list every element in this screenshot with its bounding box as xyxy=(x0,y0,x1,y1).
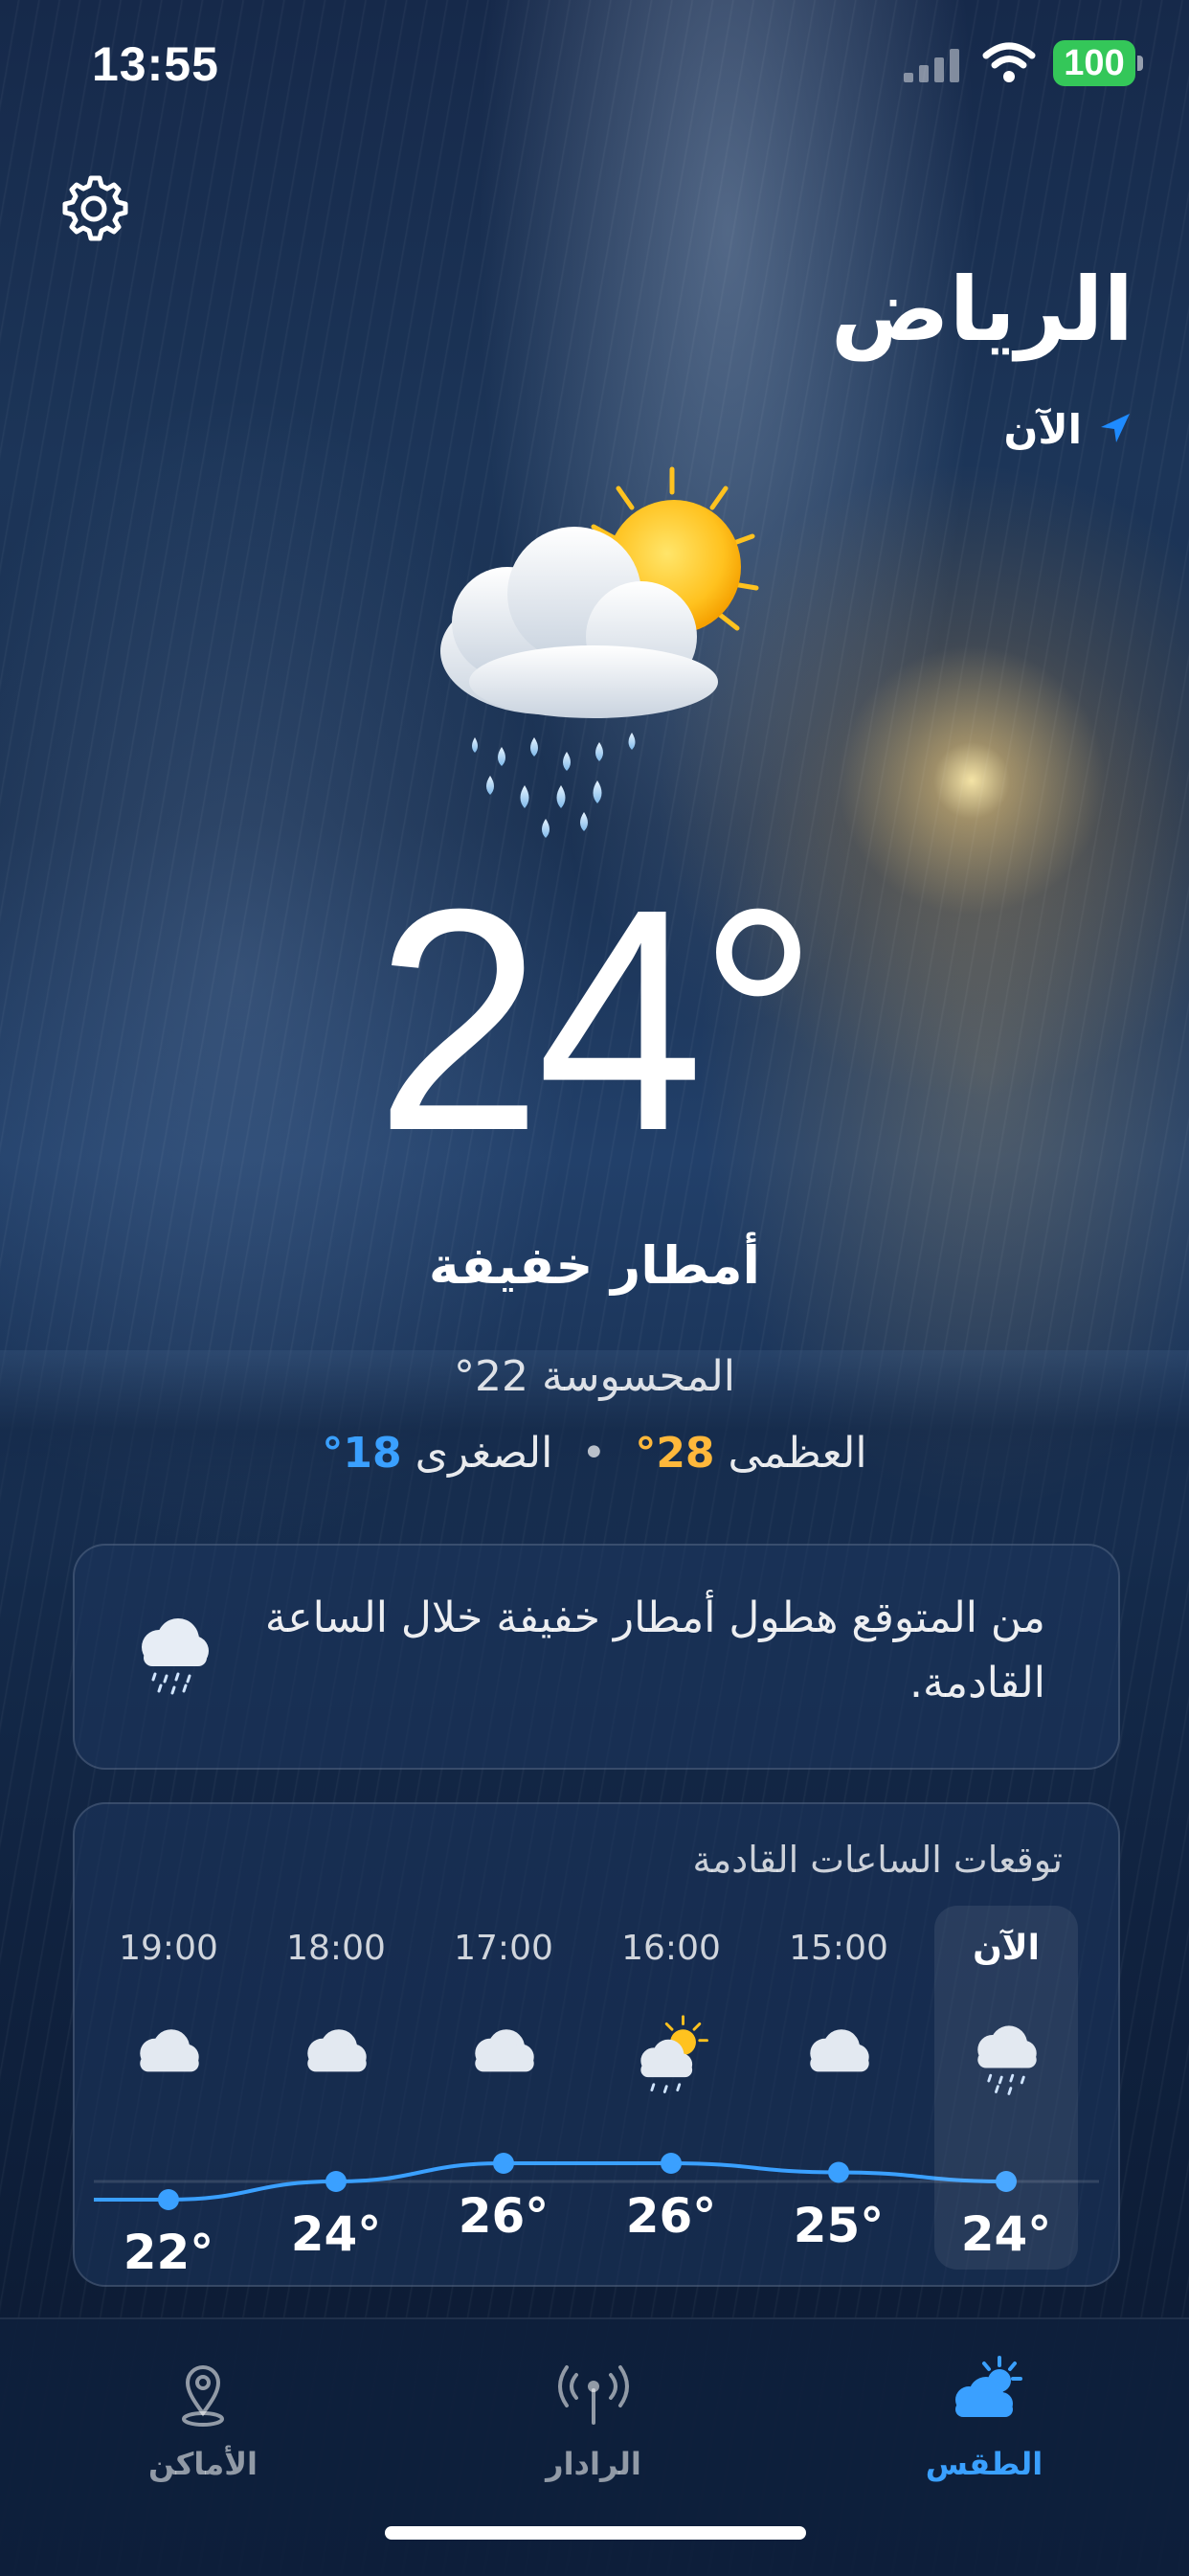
tab-radar-label: الرادار xyxy=(546,2446,641,2482)
hour-temp: 24° xyxy=(960,2206,1052,2262)
hour-label: 18:00 xyxy=(286,1929,386,1968)
location-arrow-icon xyxy=(1101,414,1130,442)
high-label: العظمى xyxy=(728,1429,867,1478)
settings-gear-icon[interactable] xyxy=(57,172,130,245)
rain-alert-card[interactable]: من المتوقع هطول أمطار خفيفة خلال الساعة … xyxy=(73,1544,1120,1770)
low-temp: 18° xyxy=(322,1429,402,1478)
hour-temp: 22° xyxy=(123,2225,214,2280)
current-temperature-value: 24° xyxy=(375,843,819,1196)
current-temperature: 24° xyxy=(0,862,1189,1178)
cloud-icon xyxy=(475,2029,534,2072)
high-temp: 28° xyxy=(635,1429,715,1478)
status-time: 13:55 xyxy=(92,37,219,91)
alert-text: من المتوقع هطول أمطار خفيفة خلال الساعة … xyxy=(264,1593,1045,1708)
hour-column[interactable]: 15:00 25° xyxy=(767,1919,910,2285)
hour-column[interactable]: 17:00 26° xyxy=(432,1919,575,2285)
tab-weather[interactable]: الطقس xyxy=(879,2354,1089,2497)
rain-cloud-icon xyxy=(142,1618,209,1695)
hour-label: الآن xyxy=(973,1929,1040,1968)
hour-temp: 24° xyxy=(290,2206,382,2262)
hour-column-now[interactable]: الآن 24° xyxy=(934,1906,1078,2270)
now-label: الآن xyxy=(1003,405,1082,453)
hour-label: 17:00 xyxy=(454,1929,553,1968)
hour-column[interactable]: 18:00 24° xyxy=(264,1919,408,2285)
wifi-icon xyxy=(982,42,1036,82)
feels-like: المحسوسة 22° xyxy=(454,1352,735,1401)
hour-temp: 25° xyxy=(793,2197,885,2253)
cellular-signal-icon xyxy=(904,49,959,82)
tab-places-label: الأماكن xyxy=(147,2446,258,2482)
hourly-forecast-card[interactable]: توقعات الساعات القادمة الآن 24° 15:00 25° 16… xyxy=(73,1802,1120,2287)
sun-cloud-rain-icon xyxy=(440,466,759,838)
hour-temp: 26° xyxy=(625,2188,717,2244)
location-pin-icon xyxy=(182,2365,224,2427)
hour-column[interactable]: 19:00 22° xyxy=(97,1919,240,2285)
tab-places[interactable]: الأماكن xyxy=(98,2354,308,2497)
separator-dot: • xyxy=(581,1429,607,1478)
hour-label: 19:00 xyxy=(119,1929,218,1968)
rain-cloud-icon xyxy=(977,2025,1037,2095)
hour-label: 16:00 xyxy=(621,1929,721,1968)
hour-temp: 26° xyxy=(458,2188,550,2244)
battery-tip xyxy=(1137,56,1143,71)
battery-indicator: 100 xyxy=(1053,40,1135,86)
current-location-row: الآن xyxy=(1003,402,1135,456)
hour-label: 15:00 xyxy=(789,1929,888,1968)
home-indicator xyxy=(385,2526,806,2540)
cloud-icon xyxy=(140,2029,199,2072)
current-condition: أمطار خفيفة xyxy=(428,1235,761,1296)
cloud-icon xyxy=(307,2029,367,2072)
radar-icon xyxy=(558,2365,629,2425)
city-name[interactable]: الرياض xyxy=(831,259,1133,361)
cloud-icon xyxy=(810,2029,869,2072)
tab-radar[interactable]: الرادار xyxy=(488,2354,699,2497)
status-bar: 13:55 100 xyxy=(0,36,1189,94)
low-label: الصغرى xyxy=(415,1429,553,1478)
hourly-title: توقعات الساعات القادمة xyxy=(692,1839,1063,1881)
weather-icon xyxy=(955,2356,1022,2417)
hour-column[interactable]: 16:00 26° xyxy=(599,1919,743,2285)
high-low-row: العظمى 28° • الصغرى 18° xyxy=(0,1429,1189,1478)
partly-sunny-rain-icon xyxy=(640,2015,708,2093)
tab-weather-label: الطقس xyxy=(925,2446,1043,2482)
